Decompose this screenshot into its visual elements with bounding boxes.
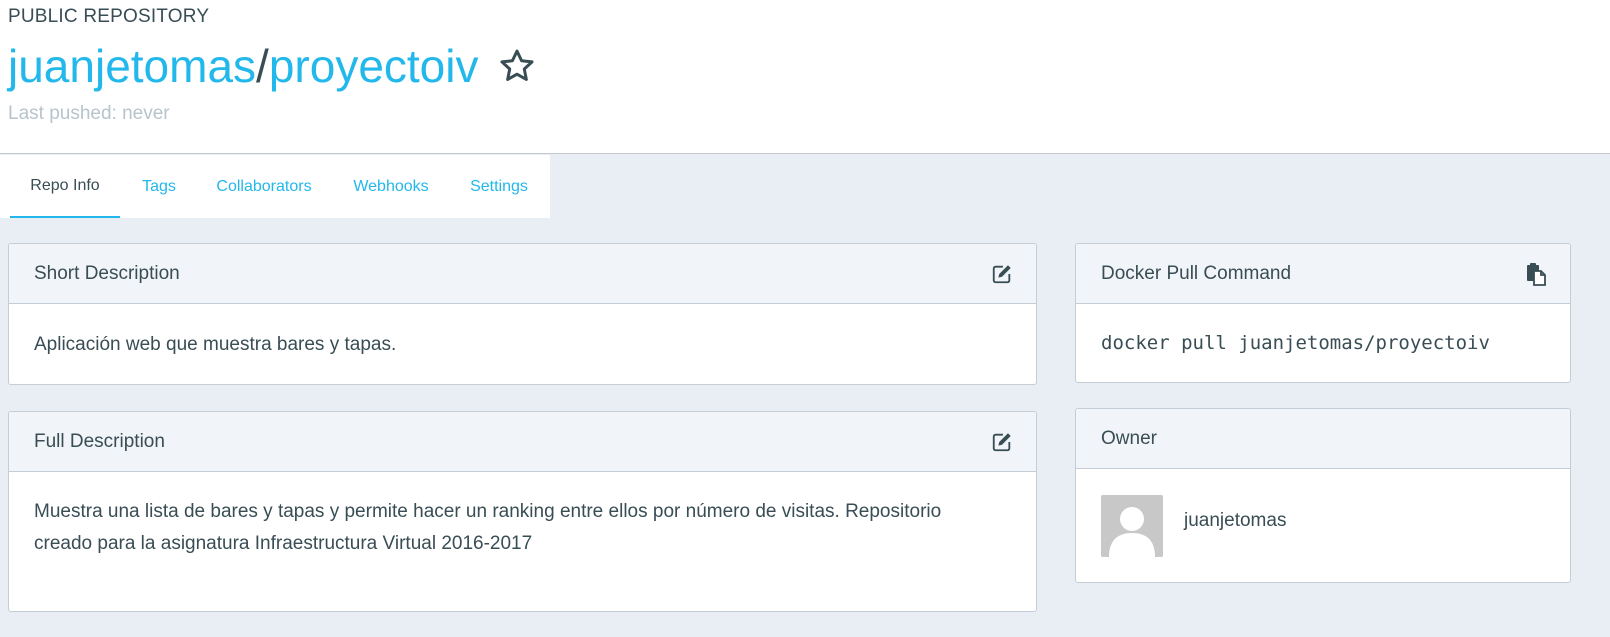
pull-command-header: Docker Pull Command bbox=[1076, 244, 1570, 304]
repo-visibility-label: PUBLIC REPOSITORY bbox=[8, 6, 210, 27]
pull-command-title: Docker Pull Command bbox=[1101, 262, 1292, 284]
namespace-link[interactable]: juanjetomas bbox=[8, 38, 256, 94]
short-description-title: Short Description bbox=[34, 262, 180, 284]
tab-repo-info[interactable]: Repo Info bbox=[10, 155, 120, 218]
last-pushed-text: Last pushed: never bbox=[8, 103, 170, 124]
edit-icon[interactable] bbox=[990, 262, 1014, 286]
full-description-header: Full Description bbox=[9, 412, 1036, 472]
full-description-text: Muestra una lista de bares y tapas y per… bbox=[34, 496, 1011, 560]
pull-command-panel: Docker Pull Command docker pull juanjeto… bbox=[1075, 243, 1571, 383]
tabs-bar-filler bbox=[550, 155, 1610, 218]
default-avatar-icon[interactable] bbox=[1101, 495, 1163, 557]
tab-settings[interactable]: Settings bbox=[452, 155, 546, 218]
owner-header: Owner bbox=[1076, 409, 1570, 469]
short-description-panel: Short Description Aplicación web que mue… bbox=[8, 243, 1037, 385]
title-separator: / bbox=[256, 40, 269, 92]
pull-command-text[interactable]: docker pull juanjetomas/proyectoiv bbox=[1101, 327, 1545, 359]
repo-header: PUBLIC REPOSITORY juanjetomas / proyectoiv… bbox=[0, 0, 1610, 154]
repo-tabs: Repo Info Tags Collaborators Webhooks Se… bbox=[0, 155, 1610, 218]
full-description-panel: Full Description Muestra una lista de ba… bbox=[8, 411, 1037, 612]
short-description-text: Aplicación web que muestra bares y tapas… bbox=[34, 334, 397, 355]
edit-icon[interactable] bbox=[990, 430, 1014, 454]
tab-webhooks[interactable]: Webhooks bbox=[330, 155, 452, 218]
tab-tags[interactable]: Tags bbox=[120, 155, 198, 218]
full-description-title: Full Description bbox=[34, 430, 165, 452]
owner-title: Owner bbox=[1101, 427, 1157, 449]
owner-name[interactable]: juanjetomas bbox=[1184, 510, 1286, 532]
full-description-line: creado para la asignatura Infraestructur… bbox=[34, 533, 533, 554]
owner-panel: Owner juanjetomas bbox=[1075, 408, 1571, 583]
full-description-line: Muestra una lista de bares y tapas y per… bbox=[34, 501, 942, 522]
tab-collaborators[interactable]: Collaborators bbox=[198, 155, 330, 218]
repo-title: juanjetomas / proyectoiv bbox=[8, 38, 536, 94]
repo-name-link[interactable]: proyectoiv bbox=[269, 38, 479, 94]
star-icon[interactable] bbox=[498, 47, 536, 85]
clipboard-icon[interactable] bbox=[1524, 262, 1548, 286]
short-description-header: Short Description bbox=[9, 244, 1036, 304]
